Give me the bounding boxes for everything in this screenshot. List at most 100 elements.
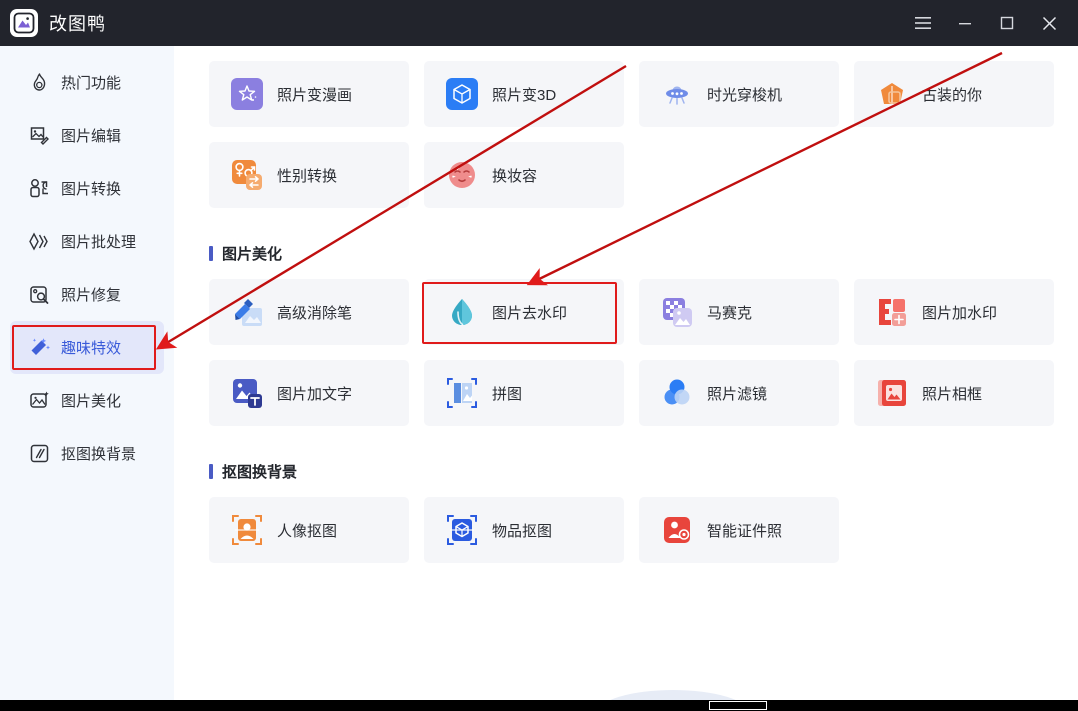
card-label: 图片加文字	[277, 385, 353, 403]
card-grid: 照片变漫画 照片变3D 时光穿梭机 古装的你 性别转换 换妆容	[174, 61, 1078, 208]
card-photo-to-3d[interactable]: 照片变3D	[424, 61, 624, 127]
card-add-text[interactable]: 图片加文字	[209, 360, 409, 426]
minimize-icon[interactable]	[944, 0, 986, 46]
card-advanced-eraser[interactable]: 高级消除笔	[209, 279, 409, 345]
sidebar-list: 热门功能 图片编辑 图片转换 图片批处理 照片修复 趣味特效 图片美化 抠图换背…	[0, 46, 174, 480]
image-edit-icon	[28, 125, 50, 147]
card-label: 照片滤镜	[707, 385, 768, 403]
card-grid: 人像抠图 物品抠图 智能证件照	[174, 497, 1078, 563]
makeup-face-icon	[446, 159, 478, 191]
card-grid: 高级消除笔 图片去水印 马赛克 图片加水印 图片加文字 拼图 照片滤镜 照片相框	[174, 279, 1078, 426]
title-bar: 改图鸭	[0, 0, 1078, 46]
sidebar-item-fun-effects[interactable]: 趣味特效	[10, 321, 164, 374]
bottom-box	[709, 701, 767, 710]
section-fun-effects: 照片变漫画 照片变3D 时光穿梭机 古装的你 性别转换 换妆容	[174, 46, 1078, 208]
card-label: 照片变漫画	[277, 86, 353, 104]
gender-swap-icon	[231, 159, 263, 191]
section-accent-bar	[209, 245, 213, 261]
id-photo-icon	[661, 514, 693, 546]
card-id-photo[interactable]: 智能证件照	[639, 497, 839, 563]
card-photo-filter[interactable]: 照片滤镜	[639, 360, 839, 426]
sidebar-item-label: 图片编辑	[61, 128, 122, 145]
sidebar-item-cutout-background[interactable]: 抠图换背景	[10, 427, 164, 480]
section-title: 图片美化	[222, 245, 283, 263]
card-label: 高级消除笔	[277, 304, 353, 322]
card-collage[interactable]: 拼图	[424, 360, 624, 426]
card-label: 智能证件照	[707, 522, 783, 540]
ufo-icon	[661, 78, 693, 110]
section-header-image-beautify: 图片美化	[174, 242, 1078, 264]
image-convert-icon	[28, 178, 50, 200]
add-text-icon	[231, 377, 263, 409]
card-object-cutout[interactable]: 物品抠图	[424, 497, 624, 563]
hamburger-menu-icon[interactable]	[902, 0, 944, 46]
card-label: 性别转换	[277, 167, 338, 185]
sidebar-item-label: 热门功能	[61, 75, 122, 92]
ancient-costume-icon	[876, 78, 908, 110]
image-beautify-icon	[28, 390, 50, 412]
sidebar-item-label: 抠图换背景	[61, 446, 137, 463]
card-photo-frame[interactable]: 照片相框	[854, 360, 1054, 426]
card-label: 换妆容	[492, 167, 538, 185]
section-accent-bar	[209, 463, 213, 479]
sidebar-item-label: 图片美化	[61, 393, 122, 410]
card-label: 照片变3D	[492, 86, 557, 104]
window-controls	[902, 0, 1078, 46]
batch-process-icon	[28, 231, 50, 253]
sidebar-item-photo-repair[interactable]: 照片修复	[10, 268, 164, 321]
sidebar-item-image-convert[interactable]: 图片转换	[10, 162, 164, 215]
sidebar-item-hot-features[interactable]: 热门功能	[10, 56, 164, 109]
sidebar-item-label: 图片批处理	[61, 234, 137, 251]
section-header-cutout-background: 抠图换背景	[174, 460, 1078, 482]
card-add-watermark[interactable]: 图片加水印	[854, 279, 1054, 345]
bottom-strip	[0, 700, 1078, 711]
eraser-pen-icon	[231, 296, 263, 328]
card-remove-watermark[interactable]: 图片去水印	[424, 279, 624, 345]
sidebar: 热门功能 图片编辑 图片转换 图片批处理 照片修复 趣味特效 图片美化 抠图换背…	[0, 46, 174, 700]
photo-frame-icon	[876, 377, 908, 409]
maximize-icon[interactable]	[986, 0, 1028, 46]
portrait-cutout-icon	[231, 514, 263, 546]
card-photo-to-comic[interactable]: 照片变漫画	[209, 61, 409, 127]
app-title: 改图鸭	[49, 14, 106, 34]
object-cutout-icon	[446, 514, 478, 546]
card-label: 时光穿梭机	[707, 86, 783, 104]
card-label: 马赛克	[707, 304, 753, 322]
flame-icon	[28, 72, 50, 94]
app-logo-icon	[10, 9, 38, 37]
card-label: 物品抠图	[492, 522, 553, 540]
collage-icon	[446, 377, 478, 409]
comic-star-icon	[231, 78, 263, 110]
main-content: 照片变漫画 照片变3D 时光穿梭机 古装的你 性别转换 换妆容 图片美化 高级消…	[174, 46, 1078, 700]
cutout-background-icon	[28, 443, 50, 465]
magic-wand-icon	[28, 337, 50, 359]
close-icon[interactable]	[1028, 0, 1070, 46]
sidebar-item-image-beautify[interactable]: 图片美化	[10, 374, 164, 427]
card-ancient-costume[interactable]: 古装的你	[854, 61, 1054, 127]
card-label: 拼图	[492, 385, 523, 403]
card-change-makeup[interactable]: 换妆容	[424, 142, 624, 208]
add-watermark-icon	[876, 296, 908, 328]
card-gender-swap[interactable]: 性别转换	[209, 142, 409, 208]
card-portrait-cutout[interactable]: 人像抠图	[209, 497, 409, 563]
water-drop-icon	[446, 296, 478, 328]
card-label: 图片去水印	[492, 304, 568, 322]
sidebar-item-label: 趣味特效	[61, 340, 122, 357]
sidebar-item-image-edit[interactable]: 图片编辑	[10, 109, 164, 162]
card-label: 照片相框	[922, 385, 983, 403]
card-label: 古装的你	[922, 86, 983, 104]
filter-circles-icon	[661, 377, 693, 409]
card-mosaic[interactable]: 马赛克	[639, 279, 839, 345]
card-label: 图片加水印	[922, 304, 998, 322]
sidebar-item-batch-process[interactable]: 图片批处理	[10, 215, 164, 268]
card-label: 人像抠图	[277, 522, 338, 540]
card-time-machine[interactable]: 时光穿梭机	[639, 61, 839, 127]
photo-repair-icon	[28, 284, 50, 306]
sidebar-item-label: 图片转换	[61, 181, 122, 198]
mosaic-icon	[661, 296, 693, 328]
app-window: 改图鸭 热门功能 图片编辑 图片转换 图片批处理 照片修复 趣味特效 图片美化 …	[0, 0, 1078, 711]
